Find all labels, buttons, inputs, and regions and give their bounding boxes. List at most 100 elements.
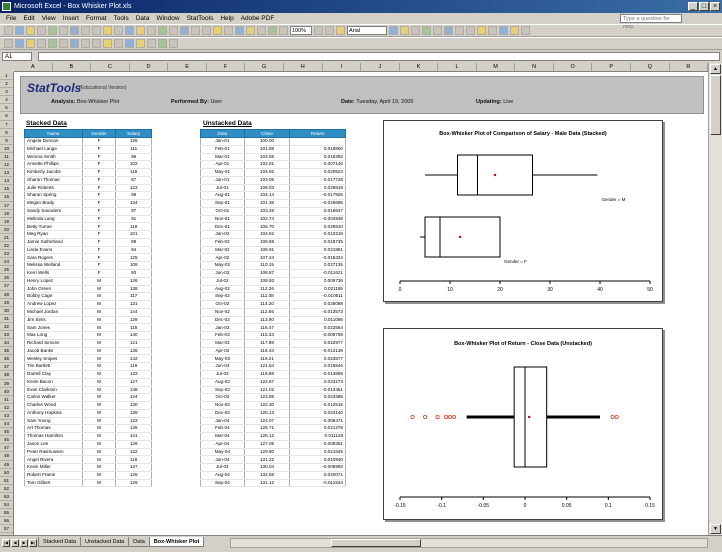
row-header-cell[interactable]: 24 — [0, 258, 13, 267]
toolbar-button-icon[interactable] — [499, 26, 508, 35]
table-cell[interactable]: Apr-02 — [200, 253, 245, 263]
table-cell[interactable]: -0.012515 — [289, 401, 346, 410]
column-header-cell[interactable]: M — [477, 63, 516, 71]
table-cell[interactable]: 128.12 — [244, 432, 291, 441]
table-cell[interactable]: 0.022977 — [289, 339, 346, 348]
row-header-cell[interactable]: 38 — [0, 371, 13, 380]
table-cell[interactable]: Nov-03 — [200, 401, 245, 410]
table-cell[interactable]: 125.13 — [244, 409, 291, 418]
table-cell[interactable]: Meg Ryan — [24, 230, 83, 239]
row-header-cell[interactable]: 51 — [0, 477, 13, 485]
table-cell[interactable]: Kerri Wells — [24, 269, 83, 278]
row-header-cell[interactable]: 7 — [0, 121, 13, 129]
row-header-cell[interactable]: 22 — [0, 242, 13, 251]
toolbar-button-icon[interactable] — [169, 26, 178, 35]
row-header-cell[interactable]: 5 — [0, 104, 13, 113]
table-cell[interactable]: 116.43 — [244, 347, 291, 356]
vertical-scrollbar[interactable]: ▲ ▼ — [708, 63, 722, 535]
row-header-cell[interactable]: 14 — [0, 177, 13, 186]
toolbar-button-icon[interactable] — [488, 26, 497, 35]
table-cell[interactable]: Sep-02 — [200, 292, 245, 302]
table-cell[interactable]: -0.008993 — [289, 463, 346, 472]
row-header-cell[interactable]: 17 — [0, 202, 13, 210]
table-cell[interactable]: 115 — [115, 168, 152, 177]
row-header-cell[interactable]: 3 — [0, 88, 13, 97]
table-cell[interactable]: Mar-01 — [200, 153, 245, 162]
toolbar-button-icon[interactable] — [136, 39, 145, 48]
table-cell[interactable]: 130 — [115, 401, 152, 410]
table-cell[interactable]: 118 — [115, 455, 152, 465]
table-cell[interactable]: Jan-01 — [200, 137, 245, 146]
column-header-cell[interactable]: N — [515, 63, 554, 71]
sheet-tab[interactable]: Unstacked Data — [80, 537, 130, 547]
table-cell[interactable]: 0.020523 — [289, 168, 346, 177]
table-cell[interactable]: M — [82, 393, 117, 403]
table-cell[interactable]: 87 — [115, 176, 152, 185]
column-header-cell[interactable]: B — [53, 63, 92, 71]
table-cell[interactable]: 0.021861 — [289, 246, 346, 255]
table-cell[interactable]: 102.74 — [244, 215, 291, 224]
table-cell[interactable]: Jim Sims — [24, 316, 83, 325]
table-cell[interactable]: -0.009788 — [289, 331, 346, 340]
table-cell[interactable]: 132 — [115, 448, 152, 457]
row-header-cell[interactable]: 28 — [0, 291, 13, 299]
row-header-cell[interactable]: 40 — [0, 388, 13, 396]
column-header-cell[interactable]: K — [400, 63, 439, 71]
table-cell[interactable]: 114.20 — [244, 300, 291, 309]
table-cell[interactable]: M — [82, 479, 117, 488]
table-cell[interactable]: 113.90 — [244, 316, 291, 325]
row-header-cell[interactable]: 15 — [0, 185, 13, 194]
table-cell[interactable]: Sep-04 — [200, 479, 245, 488]
row-header-cell[interactable]: 39 — [0, 380, 13, 388]
table-cell[interactable]: M — [82, 323, 117, 333]
table-cell[interactable]: Feb-02 — [200, 238, 245, 247]
table-cell[interactable]: 93 — [115, 269, 152, 278]
table-cell[interactable]: Megan Brady — [24, 199, 83, 208]
row-header-cell[interactable]: 18 — [0, 210, 13, 218]
table-cell[interactable]: Sharon Spring — [24, 191, 83, 201]
table-cell[interactable]: -0.015334 — [289, 253, 346, 263]
menu-item-data[interactable]: Data — [136, 13, 150, 24]
menu-item-format[interactable]: Format — [86, 13, 107, 24]
table-cell[interactable]: 0.021645 — [289, 448, 346, 457]
table-cell[interactable]: F — [82, 246, 117, 255]
table-cell[interactable]: F — [82, 145, 117, 154]
toolbar-button-icon[interactable] — [81, 39, 90, 48]
table-cell[interactable]: Nov-01 — [200, 215, 245, 224]
next-sheet-icon[interactable]: ▶ — [20, 539, 28, 547]
toolbar-button-icon[interactable] — [114, 26, 123, 35]
table-cell[interactable]: M — [82, 300, 117, 309]
table-cell[interactable]: -0.013451 — [289, 386, 346, 395]
table-cell[interactable]: 125 — [115, 471, 152, 480]
row-header-cell[interactable]: 20 — [0, 226, 13, 234]
row-header-cell[interactable]: 32 — [0, 323, 13, 331]
table-cell[interactable]: 101.36 — [244, 199, 291, 208]
table-cell[interactable]: 0.028810 — [289, 222, 346, 232]
table-cell[interactable]: 111.08 — [244, 292, 291, 302]
table-cell[interactable]: Betty Turner — [24, 222, 83, 232]
column-header[interactable]: Gender — [81, 129, 117, 138]
row-header-cell[interactable]: 2 — [0, 80, 13, 89]
table-cell[interactable]: Jacob Banks — [24, 347, 83, 356]
table-cell[interactable]: Darrell Clay — [24, 370, 83, 379]
toolbar-button-icon[interactable] — [15, 39, 24, 48]
table-cell[interactable]: 0.011096 — [289, 316, 346, 325]
toolbar-button-icon[interactable] — [477, 26, 486, 35]
table-cell[interactable]: Jul-03 — [200, 370, 245, 379]
table-cell[interactable]: M — [82, 339, 117, 348]
column-header-cell[interactable]: A — [14, 63, 53, 71]
table-cell[interactable]: Sep-03 — [200, 386, 245, 395]
row-header-cell[interactable]: 10 — [0, 145, 13, 153]
row-header-cell[interactable]: 49 — [0, 461, 13, 469]
toolbar-button-icon[interactable] — [411, 26, 420, 35]
table-cell[interactable]: F — [82, 207, 117, 216]
table-cell[interactable]: Tom Gilbert — [24, 479, 83, 488]
table-cell[interactable]: M — [82, 401, 117, 410]
table-cell[interactable]: Annette Phillips — [24, 160, 83, 170]
table-cell[interactable]: F — [82, 222, 117, 232]
table-cell[interactable]: M — [82, 308, 117, 317]
column-header-cell[interactable]: H — [284, 63, 323, 71]
table-cell[interactable]: 0.021195 — [289, 285, 346, 294]
table-cell[interactable]: 139 — [115, 409, 152, 418]
sheet-tab[interactable]: Data — [128, 537, 150, 547]
